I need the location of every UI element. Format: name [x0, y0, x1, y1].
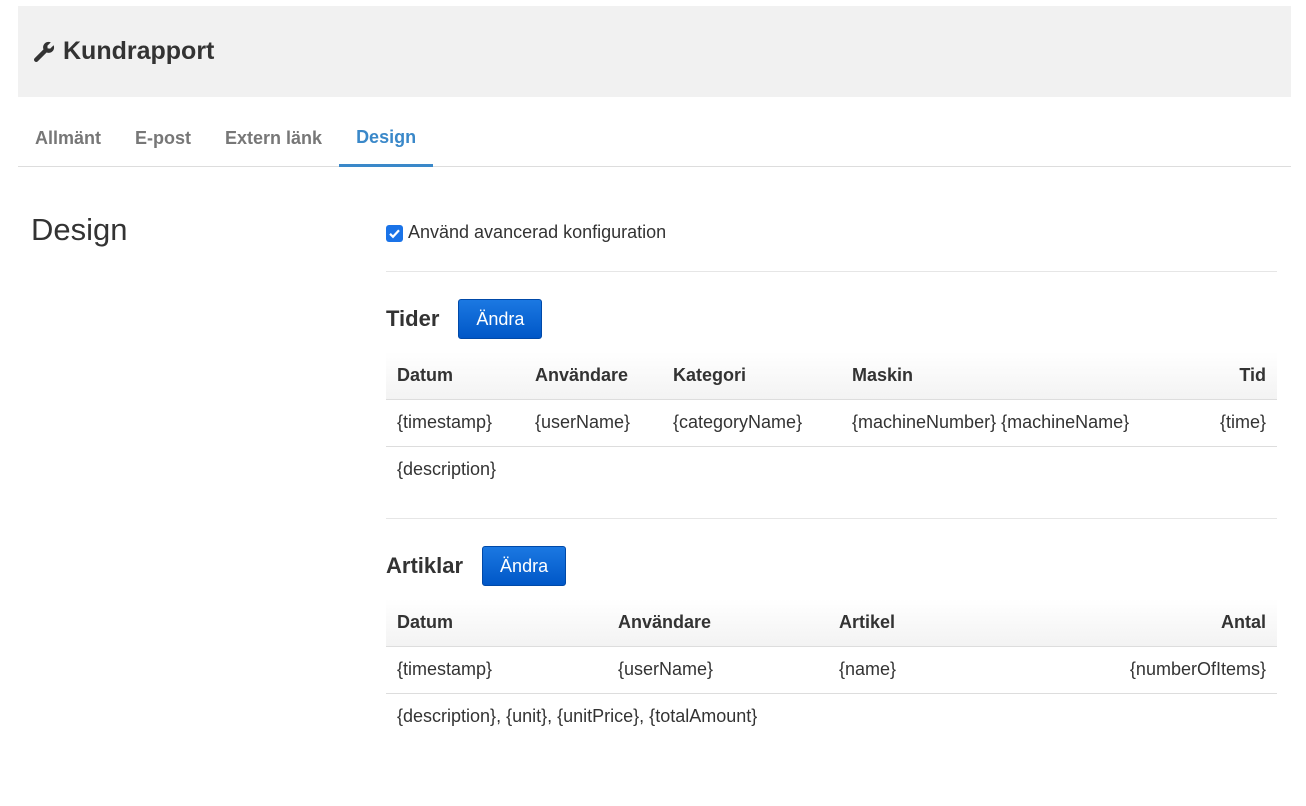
table-cell: {timestamp} — [386, 646, 607, 694]
advanced-config-option[interactable]: Använd avancerad konfiguration — [386, 218, 1277, 246]
table-cell: {name} — [828, 646, 978, 694]
times-header: Tider Ändra — [386, 299, 1277, 339]
times-title: Tider — [386, 306, 440, 331]
table-cell: {categoryName} — [662, 399, 841, 447]
table-cell: {numberOfItems} — [977, 646, 1277, 694]
column-header: Användare — [524, 352, 662, 400]
divider — [386, 271, 1277, 272]
tab-design[interactable]: Design — [339, 112, 434, 167]
table-row: {description} — [386, 446, 1277, 493]
table-row: {description}, {unit}, {unitPrice}, {tot… — [386, 693, 1277, 740]
column-header: Kategori — [662, 352, 841, 400]
articles-title: Artiklar — [386, 553, 464, 578]
page-title: Kundrapport — [63, 37, 215, 65]
table-cell: {machineNumber} {machineName} — [841, 399, 1197, 447]
table-header-row: Datum Användare Artikel Antal — [386, 599, 1277, 647]
wrench-icon — [32, 40, 56, 64]
advanced-config-checkbox[interactable] — [386, 225, 403, 242]
design-content: Använd avancerad konfiguration Tider Änd… — [386, 218, 1277, 740]
articles-header: Artiklar Ändra — [386, 546, 1277, 586]
table-cell: {time} — [1196, 399, 1277, 447]
column-header: Användare — [607, 599, 828, 647]
table-cell: {timestamp} — [386, 399, 524, 447]
divider — [386, 518, 1277, 519]
description-cell: {description} — [397, 459, 497, 480]
table-cell: {userName} — [524, 399, 662, 447]
articles-table: Datum Användare Artikel Antal {timestamp… — [386, 599, 1277, 740]
advanced-config-label: Använd avancerad konfiguration — [408, 221, 667, 242]
times-table: Datum Användare Kategori Maskin Tid {tim… — [386, 352, 1277, 493]
checkmark-icon — [389, 229, 400, 239]
tab-extern-lank[interactable]: Extern länk — [208, 112, 339, 167]
column-header: Artikel — [828, 599, 978, 647]
tab-bar: Allmänt E-post Extern länk Design — [18, 112, 1291, 167]
articles-edit-button[interactable]: Ändra — [482, 546, 567, 586]
column-header: Tid — [1196, 352, 1277, 400]
table-header-row: Datum Användare Kategori Maskin Tid — [386, 352, 1277, 400]
times-edit-button[interactable]: Ändra — [458, 299, 543, 339]
page-header: Kundrapport — [18, 6, 1291, 97]
tab-allmant[interactable]: Allmänt — [18, 112, 118, 167]
column-header: Datum — [386, 599, 607, 647]
tab-e-post[interactable]: E-post — [118, 112, 208, 167]
column-header: Maskin — [841, 352, 1197, 400]
table-cell: {userName} — [607, 646, 828, 694]
section-title: Design — [31, 212, 128, 247]
column-header: Antal — [977, 599, 1277, 647]
table-row: {timestamp} {userName} {name} {numberOfI… — [386, 646, 1277, 694]
table-row: {timestamp} {userName} {categoryName} {m… — [386, 399, 1277, 447]
description-cell: {description}, {unit}, {unitPrice}, {tot… — [397, 706, 758, 727]
column-header: Datum — [386, 352, 524, 400]
